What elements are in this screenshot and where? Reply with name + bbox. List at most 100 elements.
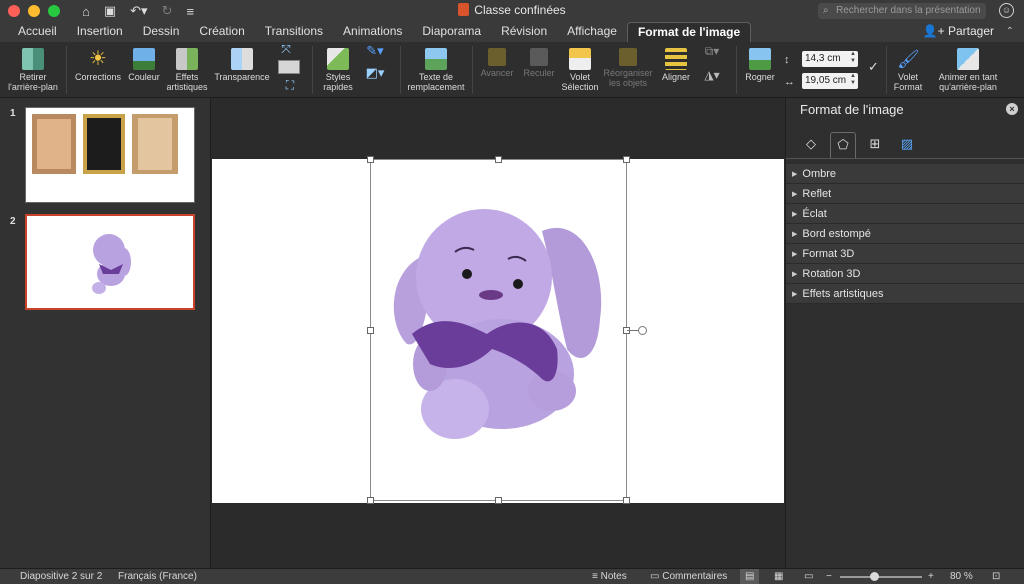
ribbon-separator xyxy=(66,46,67,94)
height-icon: ↕ xyxy=(784,54,790,66)
width-icon: ↔ xyxy=(784,76,795,88)
picture-effects-button[interactable]: ◩▾ xyxy=(362,66,388,79)
selection-pane-button[interactable]: Volet Sélection xyxy=(560,48,600,92)
tab-animations[interactable]: Animations xyxy=(333,22,412,42)
zoom-slider-thumb[interactable] xyxy=(870,572,879,581)
resize-handle-top-right[interactable] xyxy=(623,156,630,163)
rotate-button[interactable]: ◮▾ xyxy=(700,69,724,81)
fit-to-window-icon[interactable]: ⊡ xyxy=(992,569,1000,584)
tab-format-image[interactable]: Format de l'image xyxy=(626,22,752,42)
section-rotation-3d[interactable]: ▶ Rotation 3D xyxy=(786,264,1024,284)
customize-qat-icon[interactable]: ≡ xyxy=(186,4,194,19)
slide-thumbnail-2[interactable] xyxy=(25,214,195,310)
slide-thumbnails-pane: 1 2 xyxy=(0,98,211,568)
picture-tab-icon[interactable]: ▨ xyxy=(894,132,920,158)
resize-handle-bottom[interactable] xyxy=(495,497,502,504)
zoom-out-icon[interactable]: − xyxy=(826,569,832,584)
maximize-window-button[interactable] xyxy=(48,5,60,17)
corrections-button[interactable]: ☀ Corrections xyxy=(72,48,124,82)
tab-affichage[interactable]: Affichage xyxy=(557,22,627,42)
artistic-effects-button[interactable]: Effets artistiques xyxy=(164,48,210,92)
sun-icon: ☀ xyxy=(89,48,107,70)
cardboard-box-inner xyxy=(37,119,71,169)
height-input[interactable]: 14,3 cm ▲ ▼ xyxy=(802,51,858,67)
close-pane-icon[interactable]: × xyxy=(1006,103,1018,115)
group-button[interactable]: ⧉▾ xyxy=(700,44,724,58)
feedback-smiley-icon[interactable]: ☺ xyxy=(999,3,1014,18)
tab-dessin[interactable]: Dessin xyxy=(133,22,190,42)
zoom-slider[interactable] xyxy=(840,576,922,578)
normal-view-icon[interactable]: ▤ xyxy=(740,569,760,584)
tab-transitions[interactable]: Transitions xyxy=(255,22,333,42)
align-button[interactable]: Aligner xyxy=(658,48,694,82)
share-button[interactable]: 👤+ Partager xyxy=(923,24,994,38)
section-reflet[interactable]: ▶ Reflet xyxy=(786,184,1024,204)
tab-creation[interactable]: Création xyxy=(189,22,254,42)
slide-2-preview xyxy=(92,234,131,294)
section-effets-artistiques[interactable]: ▶ Effets artistiques xyxy=(786,284,1024,304)
send-backward-button[interactable]: Reculer xyxy=(520,48,558,78)
picture-border-button[interactable]: ✎▾ xyxy=(362,43,388,58)
redo-icon[interactable]: ↻ xyxy=(162,3,173,19)
slide-sorter-view-icon[interactable]: ▦ xyxy=(774,569,783,584)
expand-arrow-icon: ▶ xyxy=(792,231,798,238)
change-picture-button[interactable] xyxy=(276,60,302,76)
zoom-in-icon[interactable]: + xyxy=(928,569,934,584)
picture-selection-box[interactable] xyxy=(370,159,627,501)
slide-thumbnail-1[interactable] xyxy=(25,107,195,203)
resize-handle-bottom-left[interactable] xyxy=(367,497,374,504)
save-icon[interactable]: ▣ xyxy=(104,3,116,19)
lock-aspect-check-icon[interactable]: ✓ xyxy=(868,59,879,75)
width-input[interactable]: 19,05 cm ▲ ▼ xyxy=(802,73,858,89)
color-button[interactable]: Couleur xyxy=(126,48,162,82)
resize-handle-top-left[interactable] xyxy=(367,156,374,163)
compress-pictures-button[interactable]: ⤧ xyxy=(276,43,296,55)
home-icon[interactable]: ⌂ xyxy=(82,4,90,19)
reorder-objects-button[interactable]: Réorganiser les objets xyxy=(602,48,654,88)
quick-access-toolbar: ⌂ ▣ ↶▾ ↻ ≡ xyxy=(82,3,194,19)
effects-tab-icon[interactable]: ⬠ xyxy=(830,132,856,158)
language-indicator[interactable]: Français (France) xyxy=(118,569,197,584)
search-input[interactable]: ⌕ Rechercher dans la présentation xyxy=(818,3,986,19)
height-stepper[interactable]: ▲ ▼ xyxy=(850,51,856,65)
undo-icon[interactable]: ↶▾ xyxy=(130,3,147,19)
tab-diaporama[interactable]: Diaporama xyxy=(412,22,491,42)
group-icon: ⧉▾ xyxy=(704,44,720,58)
format-pane-title: Format de l'image xyxy=(800,102,904,117)
close-window-button[interactable] xyxy=(8,5,20,17)
remove-background-button[interactable]: Retirer l'arrière-plan xyxy=(4,48,62,92)
reading-view-icon[interactable]: ▭ xyxy=(804,569,813,584)
notes-button[interactable]: ≡ Notes xyxy=(592,569,627,584)
crop-button[interactable]: Rogner xyxy=(740,48,780,82)
alt-text-button[interactable]: Texte de remplacement xyxy=(404,48,468,92)
tab-revision[interactable]: Révision xyxy=(491,22,557,42)
expand-arrow-icon: ▶ xyxy=(792,251,798,258)
change-picture-icon xyxy=(278,60,300,74)
animate-as-background-button[interactable]: Animer en tant qu'arrière-plan xyxy=(932,48,1004,92)
zoom-level[interactable]: 80 % xyxy=(950,569,973,584)
minimize-window-button[interactable] xyxy=(28,5,40,17)
format-pane-button[interactable]: 🖌 Volet Format xyxy=(890,48,926,92)
tab-accueil[interactable]: Accueil xyxy=(8,22,67,42)
reset-picture-button[interactable]: ⛶ xyxy=(280,79,300,91)
transparency-button[interactable]: Transparence xyxy=(212,48,272,82)
resize-handle-left[interactable] xyxy=(367,327,374,334)
size-properties-tab-icon[interactable]: ⊞ xyxy=(862,132,888,158)
width-stepper[interactable]: ▲ ▼ xyxy=(850,73,856,87)
section-bord-estompe[interactable]: ▶ Bord estompé xyxy=(786,224,1024,244)
expand-arrow-icon: ▶ xyxy=(792,211,798,218)
rotation-handle[interactable] xyxy=(638,326,647,335)
section-eclat[interactable]: ▶ Éclat xyxy=(786,204,1024,224)
collapse-ribbon-icon[interactable]: ⌃ xyxy=(1006,26,1014,37)
quick-styles-button[interactable]: Styles rapides xyxy=(318,48,358,92)
section-format-3d[interactable]: ▶ Format 3D xyxy=(786,244,1024,264)
pen-icon: ✎▾ xyxy=(366,43,384,58)
section-ombre[interactable]: ▶ Ombre xyxy=(786,164,1024,184)
fill-line-tab-icon[interactable]: ◇ xyxy=(798,132,824,158)
resize-handle-bottom-right[interactable] xyxy=(623,497,630,504)
comments-button[interactable]: ▭ Commentaires xyxy=(650,569,727,584)
status-bar: Diapositive 2 sur 2 Français (France) ≡ … xyxy=(0,568,1024,584)
tab-insertion[interactable]: Insertion xyxy=(67,22,133,42)
resize-handle-top[interactable] xyxy=(495,156,502,163)
bring-forward-button[interactable]: Avancer xyxy=(478,48,516,78)
